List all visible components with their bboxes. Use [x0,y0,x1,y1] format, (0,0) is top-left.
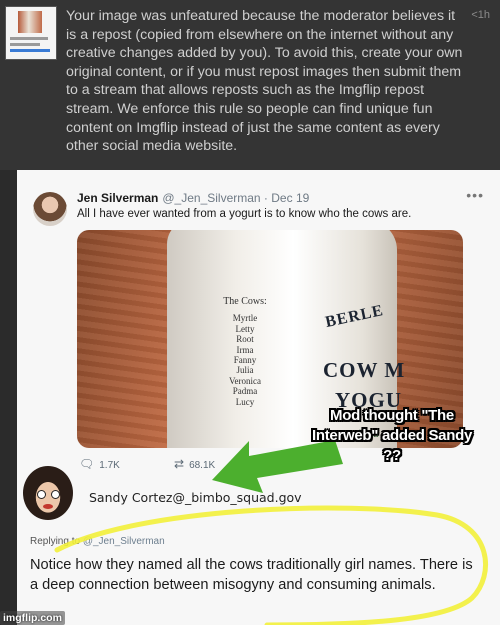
thumbnail-line [10,49,50,52]
unfeatured-notice: Your image was unfeatured because the mo… [0,0,500,170]
thumbnail-line [10,37,48,40]
thumbnail-photo [18,11,42,33]
notice-timestamp: <1h [471,9,490,21]
notice-message: Your image was unfeatured because the mo… [66,8,463,155]
annotation-overlay [54,440,488,625]
meme-thumbnail[interactable] [5,6,57,60]
annotation-caption: Mod thought "The Interweb" added Sandy ?… [311,407,472,464]
imgflip-watermark: imgflip.com [0,611,65,625]
meme-image: Jen Silverman @_Jen_Silverman · Dec 19 ••… [17,170,500,625]
thumbnail-line [10,43,40,46]
highlight-circle [54,505,488,625]
